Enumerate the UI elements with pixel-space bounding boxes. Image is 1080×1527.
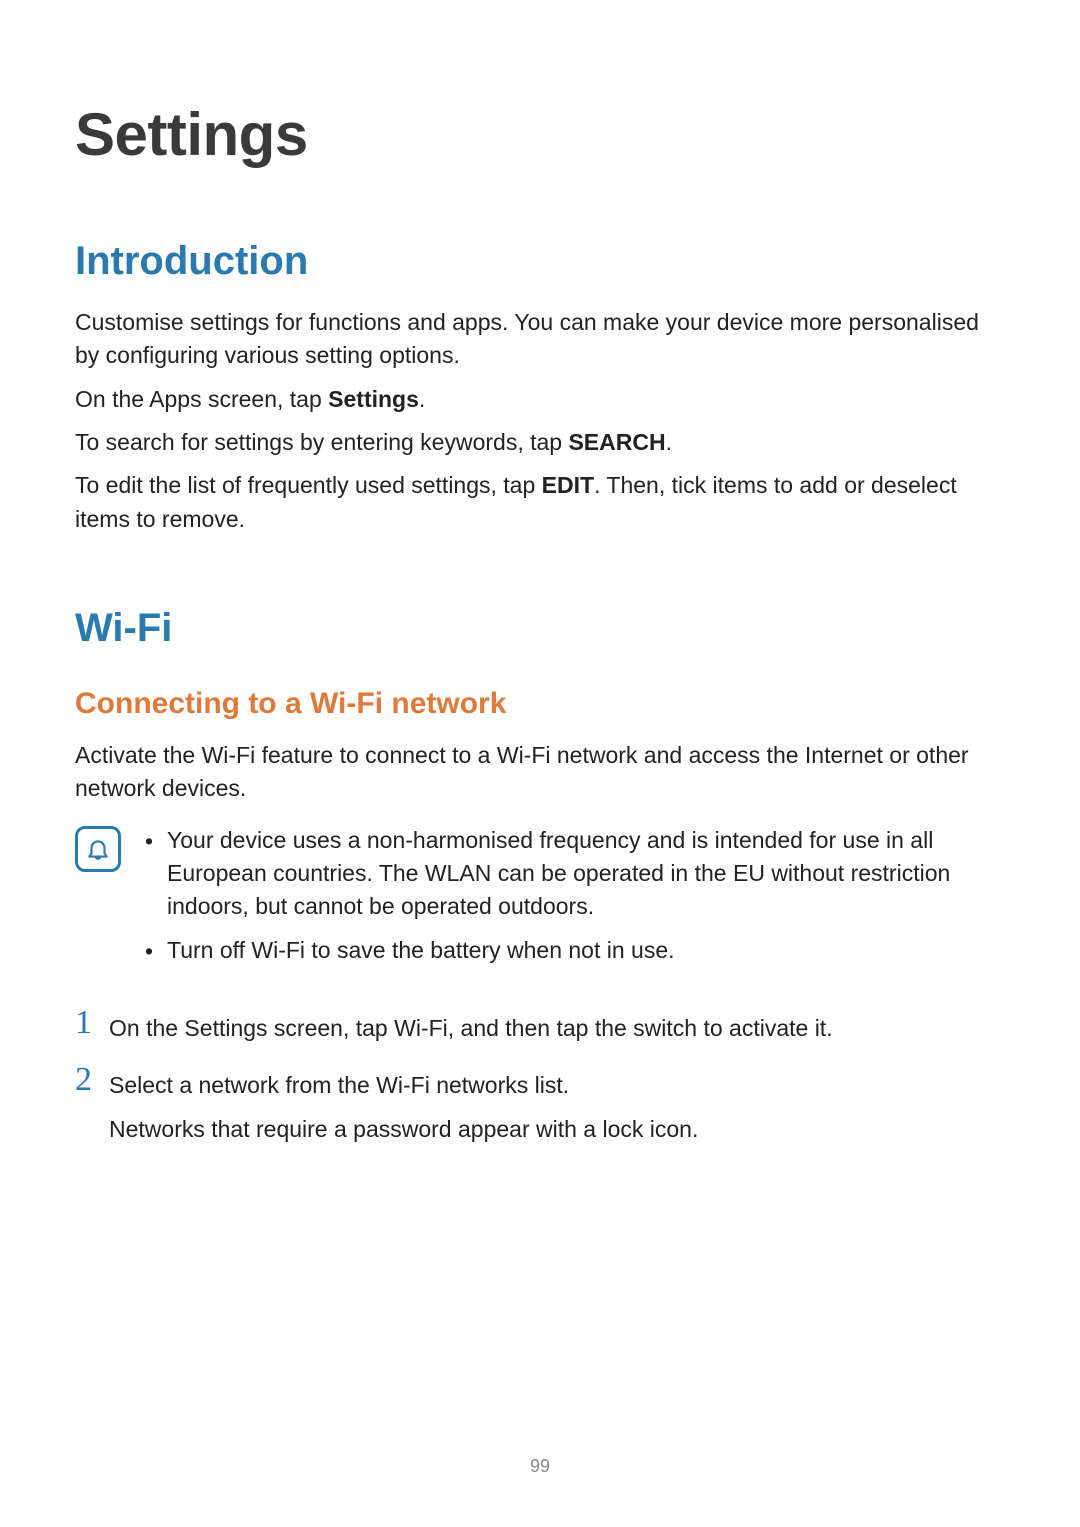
step-number-2: 2 — [75, 1063, 109, 1097]
bold-settings: Settings — [328, 386, 419, 412]
note-list: • Your device uses a non-harmonised freq… — [145, 824, 1005, 978]
page-title: Settings — [75, 100, 1005, 169]
step-number-1: 1 — [75, 1006, 109, 1040]
note-bullet-1-text: Your device uses a non-harmonised freque… — [167, 824, 1005, 924]
note-block: • Your device uses a non-harmonised freq… — [75, 824, 1005, 978]
section-heading-wifi: Wi-Fi — [75, 606, 1005, 651]
text: To search for settings by entering keywo… — [75, 429, 568, 455]
wifi-paragraph-1: Activate the Wi-Fi feature to connect to… — [75, 739, 1005, 806]
note-bullet-2-text: Turn off Wi-Fi to save the battery when … — [167, 934, 1005, 967]
step-1: 1 On the Settings screen, tap Wi-Fi, and… — [75, 1006, 1005, 1045]
note-bullet-2: • Turn off Wi-Fi to save the battery whe… — [145, 934, 1005, 968]
bold-edit: EDIT — [542, 472, 594, 498]
step-2-text: Select a network from the Wi-Fi networks… — [109, 1069, 1005, 1102]
step-2: 2 Select a network from the Wi-Fi networ… — [75, 1063, 1005, 1146]
section-heading-introduction: Introduction — [75, 239, 1005, 284]
bold-wifi: Wi-Fi — [394, 1015, 448, 1041]
text: On the Settings screen, tap — [109, 1015, 394, 1041]
bold-search: SEARCH — [568, 429, 665, 455]
step-2-body: Select a network from the Wi-Fi networks… — [109, 1063, 1005, 1146]
note-bullet-1: • Your device uses a non-harmonised freq… — [145, 824, 1005, 924]
bullet-icon: • — [145, 934, 167, 968]
page-number: 99 — [0, 1456, 1080, 1477]
text: To edit the list of frequently used sett… — [75, 472, 542, 498]
intro-paragraph-1: Customise settings for functions and app… — [75, 306, 1005, 373]
text: , and then tap the switch to activate it… — [448, 1015, 833, 1041]
text: . — [419, 386, 425, 412]
bullet-icon: • — [145, 824, 167, 858]
step-2-subtext: Networks that require a password appear … — [109, 1113, 1005, 1146]
subsection-heading-connecting: Connecting to a Wi-Fi network — [75, 687, 1005, 721]
intro-paragraph-2: On the Apps screen, tap Settings. — [75, 383, 1005, 416]
intro-paragraph-3: To search for settings by entering keywo… — [75, 426, 1005, 459]
text: On the Apps screen, tap — [75, 386, 328, 412]
steps-list: 1 On the Settings screen, tap Wi-Fi, and… — [75, 1006, 1005, 1146]
intro-paragraph-4: To edit the list of frequently used sett… — [75, 469, 1005, 536]
note-icon-wrap — [75, 824, 145, 872]
text: . — [666, 429, 672, 455]
note-bell-icon — [75, 826, 121, 872]
step-1-body: On the Settings screen, tap Wi-Fi, and t… — [109, 1006, 1005, 1045]
page: Settings Introduction Customise settings… — [0, 0, 1080, 1527]
